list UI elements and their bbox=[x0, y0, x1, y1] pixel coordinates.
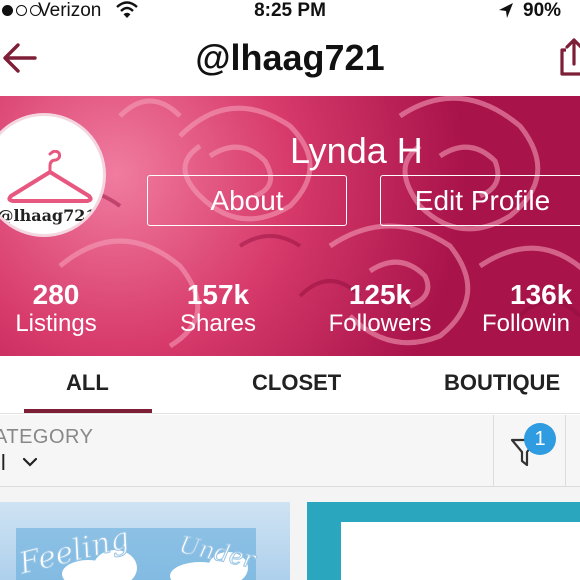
tab-all[interactable]: ALL bbox=[66, 370, 109, 396]
listing-image bbox=[341, 522, 580, 580]
divider bbox=[565, 415, 566, 487]
profile-header: @lhaag721 Lynda H About Edit Profile 280… bbox=[0, 96, 580, 356]
listing-grid: Feeling Under bbox=[0, 487, 580, 580]
active-tab-indicator bbox=[24, 409, 152, 413]
status-time: 8:25 PM bbox=[254, 0, 326, 21]
category-dropdown[interactable]: ll bbox=[0, 450, 6, 476]
stat-value: 280 bbox=[32, 279, 80, 310]
stat-label: Shares bbox=[179, 310, 257, 337]
category-label: ATEGORY bbox=[0, 426, 94, 448]
page-title: @lhaag721 bbox=[195, 37, 385, 78]
stat-shares[interactable]: 157k Shares bbox=[166, 280, 270, 338]
avatar-username: @lhaag721 bbox=[0, 206, 97, 225]
stat-value: 125k bbox=[348, 279, 412, 310]
edit-profile-button[interactable]: Edit Profile bbox=[380, 175, 580, 226]
filter-count-badge: 1 bbox=[524, 423, 556, 455]
stat-listings[interactable]: 280 Listings bbox=[4, 280, 108, 338]
tab-closet[interactable]: CLOSET bbox=[252, 370, 341, 396]
stat-label: Followers bbox=[328, 310, 432, 337]
battery-percent: 90% bbox=[523, 0, 562, 21]
hanger-icon bbox=[7, 150, 93, 203]
stat-value: 157k bbox=[186, 279, 250, 310]
stat-value: 136k bbox=[510, 280, 573, 310]
listing-thumbnail[interactable]: Feeling Under bbox=[0, 502, 290, 580]
chevron-down-icon[interactable] bbox=[22, 456, 38, 468]
location-arrow-icon bbox=[499, 3, 513, 18]
profile-name: Lynda H bbox=[290, 130, 423, 171]
filter-bar: ATEGORY ll 1 bbox=[0, 415, 580, 487]
about-button[interactable]: About bbox=[147, 175, 347, 226]
status-bar: Verizon 8:25 PM 90% bbox=[0, 0, 580, 22]
nav-bar: @lhaag721 bbox=[0, 22, 580, 96]
listing-thumbnail[interactable] bbox=[307, 502, 580, 580]
stat-label: Followin bbox=[482, 310, 571, 337]
closet-tabs: ALL CLOSET BOUTIQUE bbox=[0, 356, 580, 414]
stat-label: Listings bbox=[15, 310, 97, 337]
divider bbox=[493, 415, 494, 487]
listing-image: Feeling Under bbox=[14, 520, 260, 580]
tab-boutique[interactable]: BOUTIQUE bbox=[444, 370, 560, 396]
stat-followers[interactable]: 125k Followers bbox=[316, 280, 444, 338]
share-icon[interactable] bbox=[556, 36, 580, 80]
stat-following[interactable]: 136k Followin bbox=[482, 280, 580, 338]
